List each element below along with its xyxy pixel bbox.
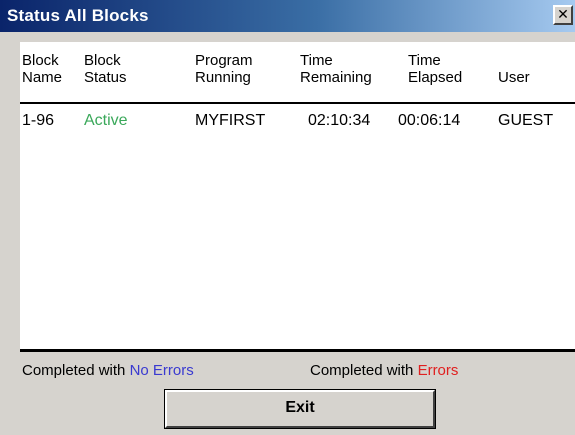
header-block-status-line1: Block <box>84 52 121 69</box>
header-user[interactable]: User <box>498 69 530 86</box>
status-all-blocks-window: Status All Blocks ✕ Block Name Block Sta… <box>0 0 575 435</box>
header-block-name-line2: Name <box>22 69 63 86</box>
cell-block-name: 1-96 <box>22 112 55 129</box>
header-user-line1: User <box>498 69 530 86</box>
close-icon: ✕ <box>557 6 569 22</box>
header-time-remaining-line2: Remaining <box>300 69 372 86</box>
header-divider <box>20 102 575 104</box>
header-block-status[interactable]: Block Status <box>84 52 127 86</box>
legend-errors-prefix: Completed with <box>310 362 414 379</box>
header-program-running-line1: Program <box>195 52 253 69</box>
header-time-elapsed[interactable]: Time Elapsed <box>408 52 462 86</box>
legend-no-errors-label: No Errors <box>129 362 194 379</box>
cell-time-remaining: 02:10:34 <box>308 112 371 129</box>
legend-errors: Completed with Errors <box>310 362 458 379</box>
header-block-name-line1: Block <box>22 52 59 69</box>
header-program-running[interactable]: Program Running <box>195 52 253 86</box>
cell-program-running: MYFIRST <box>195 112 266 129</box>
cell-time-elapsed: 00:06:14 <box>398 112 461 129</box>
cell-user: GUEST <box>498 112 554 129</box>
legend-errors-label: Errors <box>417 362 459 379</box>
header-program-running-line2: Running <box>195 69 251 86</box>
table-bottom-divider <box>20 349 575 352</box>
window-title: Status All Blocks <box>7 6 149 25</box>
header-block-status-line2: Status <box>84 69 127 86</box>
header-time-elapsed-line2: Elapsed <box>408 69 463 86</box>
legend-no-errors-prefix: Completed with <box>22 362 126 379</box>
exit-button[interactable]: Exit <box>164 389 436 429</box>
header-time-elapsed-line1: Time <box>408 52 441 69</box>
header-time-remaining-line1: Time <box>300 52 333 69</box>
cell-block-status: Active <box>84 112 128 129</box>
header-block-name[interactable]: Block Name <box>22 52 62 86</box>
legend-no-errors: Completed with No Errors <box>22 362 194 379</box>
block-status-table: Block Name Block Status Program Running … <box>20 42 575 352</box>
header-time-remaining[interactable]: Time Remaining <box>300 52 372 86</box>
close-button[interactable]: ✕ <box>553 5 573 25</box>
title-bar[interactable]: Status All Blocks ✕ <box>0 0 575 32</box>
